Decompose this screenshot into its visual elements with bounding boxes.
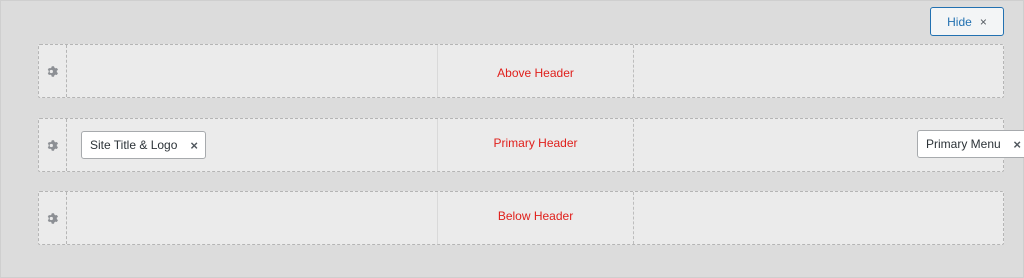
item-label: Primary Menu bbox=[926, 137, 1001, 151]
primary-menu-item[interactable]: Primary Menu × bbox=[917, 130, 1024, 158]
row-right-zone[interactable] bbox=[634, 192, 1003, 244]
row-center-zone[interactable]: Primary Header bbox=[437, 119, 634, 171]
row-title: Below Header bbox=[497, 209, 574, 223]
row-left-zone[interactable] bbox=[67, 45, 437, 97]
header-row-above: Above Header bbox=[38, 44, 1004, 98]
site-title-logo-item[interactable]: Site Title & Logo × bbox=[81, 131, 206, 159]
remove-icon[interactable]: × bbox=[1013, 137, 1021, 152]
row-left-zone[interactable]: Site Title & Logo × bbox=[67, 119, 437, 171]
row-center-zone[interactable]: Below Header bbox=[437, 192, 634, 244]
row-right-zone[interactable]: Primary Menu × bbox=[634, 119, 1024, 171]
header-row-below: Below Header bbox=[38, 191, 1004, 245]
row-settings-button[interactable] bbox=[39, 192, 67, 244]
item-label: Site Title & Logo bbox=[90, 138, 178, 152]
gear-icon bbox=[47, 139, 59, 151]
row-right-zone[interactable] bbox=[634, 45, 1003, 97]
row-center-zone[interactable]: Above Header bbox=[437, 45, 634, 97]
row-left-zone[interactable] bbox=[67, 192, 437, 244]
remove-icon[interactable]: × bbox=[190, 138, 198, 153]
close-icon: × bbox=[979, 14, 987, 29]
gear-icon bbox=[47, 65, 59, 77]
hide-button[interactable]: Hide × bbox=[930, 7, 1004, 36]
header-row-primary: Site Title & Logo × Primary Header Prima… bbox=[38, 118, 1024, 172]
hide-button-label: Hide bbox=[947, 14, 972, 29]
row-settings-button[interactable] bbox=[39, 119, 67, 171]
row-title: Above Header bbox=[497, 66, 574, 80]
gear-icon bbox=[47, 212, 59, 224]
row-title: Primary Header bbox=[493, 136, 578, 150]
row-settings-button[interactable] bbox=[39, 45, 67, 97]
